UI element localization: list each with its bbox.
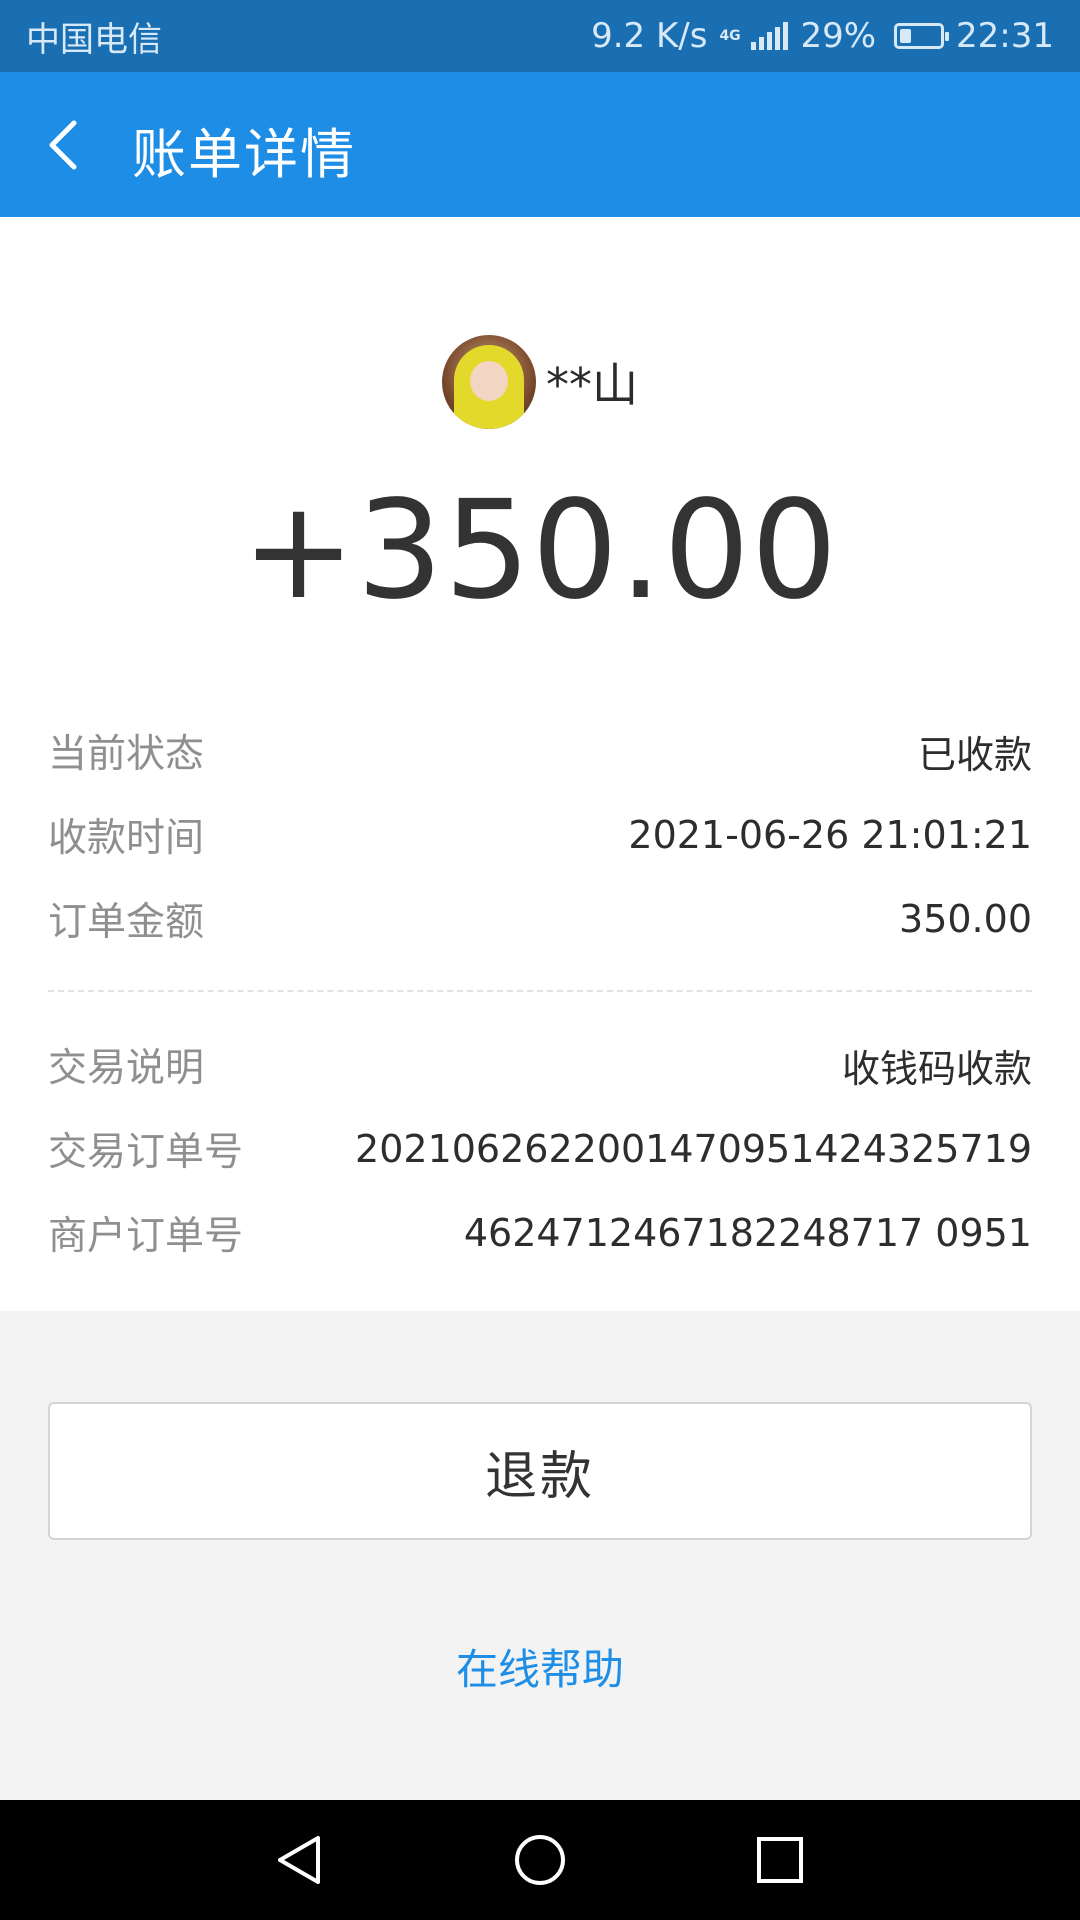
detail-row-description: 交易说明 收钱码收款 [48,1023,1032,1107]
detail-list-primary: 当前状态 已收款 收款时间 2021-06-26 21:01:21 订单金额 3… [48,709,1032,961]
bill-detail-page: 中国电信 9.2 K/s 4G 29% 22:31 账单详情 **山 +350.… [0,0,1080,1920]
online-help-link[interactable]: 在线帮助 [0,1636,1080,1697]
detail-label: 当前状态 [48,732,205,777]
app-header: 账单详情 [0,72,1080,217]
nav-home-button[interactable] [510,1830,570,1890]
detail-label: 交易说明 [48,1046,205,1091]
system-nav-bar [0,1800,1080,1920]
avatar [442,335,536,429]
detail-label: 订单金额 [48,900,205,945]
detail-value: 2021-06-26 21:01:21 [628,813,1032,857]
detail-value: 350.00 [899,897,1032,941]
detail-row-order-amount: 订单金额 350.00 [48,877,1032,961]
network-type-icon: 4G [719,28,741,44]
carrier-label: 中国电信 [26,19,162,60]
detail-value: 2021062622001470951424325719 [355,1127,1032,1171]
nav-recents-button[interactable] [750,1830,810,1890]
square-recents-icon [757,1837,803,1883]
circle-home-icon [515,1835,565,1885]
detail-value: 收钱码收款 [841,1046,1032,1091]
battery-fill [900,29,912,43]
signal-icon [751,22,789,50]
clock: 22:31 [956,16,1054,56]
back-button[interactable] [40,117,96,173]
detail-value: 4624712467182248717 0951 [463,1211,1032,1255]
status-indicators: 9.2 K/s 4G 29% 22:31 [591,16,1054,56]
detail-value: 已收款 [917,732,1032,777]
battery-percent: 29% [800,16,877,56]
detail-row-merchant-no: 商户订单号 4624712467182248717 0951 [48,1191,1032,1275]
payer-info: **山 [0,335,1080,429]
detail-row-time: 收款时间 2021-06-26 21:01:21 [48,793,1032,877]
status-bar: 中国电信 9.2 K/s 4G 29% 22:31 [0,0,1080,72]
detail-row-transaction-no: 交易订单号 2021062622001470951424325719 [48,1107,1032,1191]
detail-label: 收款时间 [48,816,205,861]
dashed-divider [48,990,1032,992]
detail-label: 交易订单号 [48,1130,244,1175]
chevron-left-icon [49,120,77,170]
detail-list-secondary: 交易说明 收钱码收款 交易订单号 20210626220014709514243… [48,1023,1032,1275]
triangle-back-icon [278,1836,320,1884]
payer-name: **山 [546,358,638,412]
refund-button[interactable]: 退款 [48,1402,1032,1540]
page-title: 账单详情 [132,123,356,186]
battery-icon [894,23,950,49]
payment-amount: +350.00 [241,472,839,630]
detail-label: 商户订单号 [48,1214,244,1259]
nav-back-button[interactable] [270,1830,330,1890]
bill-card: **山 +350.00 当前状态 已收款 收款时间 2021-06-26 21:… [0,217,1080,1311]
detail-row-status: 当前状态 已收款 [48,709,1032,793]
net-speed: 9.2 K/s [591,16,708,56]
